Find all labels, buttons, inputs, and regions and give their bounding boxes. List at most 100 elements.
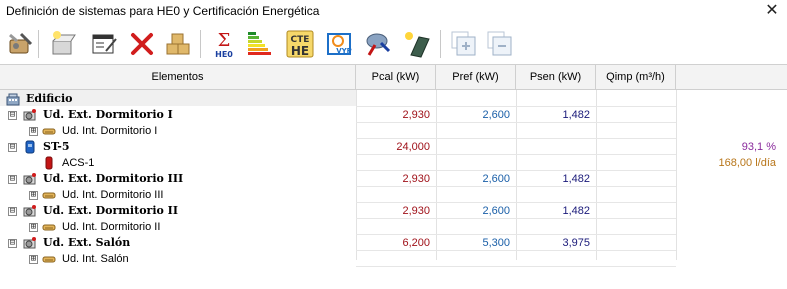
cell-extra[interactable] — [676, 107, 782, 123]
row-label: Ud. Int. Dormitorio III — [62, 189, 164, 201]
cell-pref[interactable] — [436, 219, 516, 235]
energy-rating-icon[interactable] — [244, 28, 276, 60]
cell-pcal[interactable] — [356, 123, 436, 139]
row-label: Edificio — [26, 92, 73, 105]
table-row[interactable]: ⊟ Ud. Ext. Dormitorio II 2,930 2,600 1,482 — [0, 203, 787, 219]
expand-icon[interactable]: ⊞ — [29, 223, 38, 232]
cell-pcal[interactable]: 2,930 — [356, 203, 436, 219]
dhw-tank-icon — [42, 156, 56, 170]
collapse-icon[interactable]: ⊟ — [8, 207, 17, 216]
header-pcal[interactable]: Pcal (kW) — [356, 65, 436, 90]
sum-he0-icon[interactable]: Σ HE0 — [208, 28, 240, 60]
cell-psen[interactable]: 1,482 — [516, 107, 596, 123]
row-label: ST-5 — [43, 140, 70, 153]
cell-psen[interactable]: 3,975 — [516, 235, 596, 251]
expand-icon[interactable]: ⊞ — [29, 255, 38, 264]
cell-pref[interactable] — [436, 251, 516, 267]
svg-text:HE: HE — [291, 44, 309, 58]
cell-extra[interactable] — [676, 91, 782, 107]
collapse-icon[interactable]: ⊟ — [8, 143, 17, 152]
table-row[interactable]: ⊟ Ud. Ext. Dormitorio III 2,930 2,600 1,482 — [0, 171, 787, 187]
delete-icon[interactable] — [126, 28, 158, 60]
cell-extra[interactable] — [676, 251, 782, 267]
header-psen[interactable]: Psen (kW) — [516, 65, 596, 90]
table-row[interactable]: ⊟ Ud. Ext. Dormitorio I 2,930 2,600 1,482 — [0, 107, 787, 123]
cell-pref[interactable] — [436, 123, 516, 139]
cell-pref[interactable] — [436, 155, 516, 171]
cell-psen[interactable]: 1,482 — [516, 203, 596, 219]
expand-icon[interactable]: ⊞ — [29, 191, 38, 200]
svg-text:VYP: VYP — [336, 47, 352, 55]
cell-pref[interactable]: 2,600 — [436, 203, 516, 219]
cell-pcal[interactable] — [356, 155, 436, 171]
cell-pref[interactable] — [436, 187, 516, 203]
cell-pref[interactable] — [436, 139, 516, 155]
table-row[interactable]: ⊞ Ud. Int. Salón — [0, 251, 787, 267]
svg-text:HE0: HE0 — [215, 50, 233, 59]
cell-pref[interactable]: 2,600 — [436, 107, 516, 123]
cell-pcal[interactable] — [356, 91, 436, 107]
cell-psen[interactable] — [516, 187, 596, 203]
cell-psen[interactable] — [516, 91, 596, 107]
header-extra — [676, 65, 787, 90]
cell-extra[interactable] — [676, 171, 782, 187]
cell-extra[interactable] — [676, 235, 782, 251]
cell-psen[interactable] — [516, 219, 596, 235]
add-window-icon[interactable] — [448, 28, 480, 60]
cell-psen[interactable] — [516, 123, 596, 139]
cell-pref[interactable]: 2,600 — [436, 171, 516, 187]
row-label: ACS-1 — [62, 157, 95, 169]
cell-extra[interactable] — [676, 219, 782, 235]
cell-pref[interactable]: 5,300 — [436, 235, 516, 251]
table-row[interactable]: ⊟ ST-5 24,000 93,1 % — [0, 139, 787, 155]
svg-text:Σ: Σ — [218, 30, 231, 51]
cell-psen[interactable]: 1,482 — [516, 171, 596, 187]
cell-extra[interactable]: 168,00 l/día — [676, 155, 782, 171]
table-row[interactable]: ⊞ Ud. Int. Dormitorio I — [0, 123, 787, 139]
table-row[interactable]: ⊟ Ud. Ext. Salón 6,200 5,300 3,975 — [0, 235, 787, 251]
disk-transfer-icon[interactable] — [362, 28, 394, 60]
cte-he-icon[interactable]: CTE HE — [284, 28, 316, 60]
table-row[interactable]: ACS-1 168,00 l/día — [0, 155, 787, 171]
window-title: Definición de sistemas para HE0 y Certif… — [6, 4, 320, 18]
cell-extra[interactable] — [676, 203, 782, 219]
close-icon[interactable]: ✕ — [763, 1, 781, 19]
cell-pcal[interactable] — [356, 219, 436, 235]
cell-extra[interactable]: 93,1 % — [676, 139, 782, 155]
equipment-tools-icon[interactable] — [4, 28, 36, 60]
table-row[interactable]: Edificio — [0, 91, 787, 107]
cell-psen[interactable] — [516, 139, 596, 155]
cell-extra[interactable] — [676, 123, 782, 139]
collapse-icon[interactable]: ⊟ — [8, 175, 17, 184]
expand-icon[interactable]: ⊞ — [29, 127, 38, 136]
header-elementos[interactable]: Elementos — [0, 65, 356, 90]
cell-pcal[interactable]: 24,000 — [356, 139, 436, 155]
table-row[interactable]: ⊞ Ud. Int. Dormitorio III — [0, 187, 787, 203]
cell-psen[interactable] — [516, 251, 596, 267]
building-icon — [6, 92, 20, 106]
form-edit-icon[interactable] — [88, 28, 120, 60]
row-label: Ud. Int. Dormitorio I — [62, 125, 158, 137]
cell-pcal[interactable]: 2,930 — [356, 171, 436, 187]
row-label: Ud. Ext. Dormitorio I — [43, 108, 173, 121]
row-label: Ud. Ext. Dormitorio III — [43, 172, 184, 185]
cell-pcal[interactable]: 2,930 — [356, 107, 436, 123]
cell-pcal[interactable] — [356, 187, 436, 203]
solar-panel-icon[interactable] — [400, 28, 432, 60]
boxes-icon[interactable] — [162, 28, 194, 60]
remove-window-icon[interactable] — [484, 28, 516, 60]
cell-psen[interactable] — [516, 155, 596, 171]
cell-pcal[interactable]: 6,200 — [356, 235, 436, 251]
cell-pcal[interactable] — [356, 251, 436, 267]
cell-extra[interactable] — [676, 187, 782, 203]
table-row[interactable]: ⊞ Ud. Int. Dormitorio II — [0, 219, 787, 235]
vyp-icon[interactable]: VYP — [324, 28, 356, 60]
collapse-icon[interactable]: ⊟ — [8, 111, 17, 120]
collapse-icon[interactable]: ⊟ — [8, 239, 17, 248]
cell-pref[interactable] — [436, 91, 516, 107]
row-label: Ud. Int. Salón — [62, 253, 129, 265]
header-qimp[interactable]: Qimp (m³/h) — [596, 65, 676, 90]
outdoor-unit-icon — [23, 172, 37, 186]
header-pref[interactable]: Pref (kW) — [436, 65, 516, 90]
light-box-icon[interactable] — [46, 28, 78, 60]
